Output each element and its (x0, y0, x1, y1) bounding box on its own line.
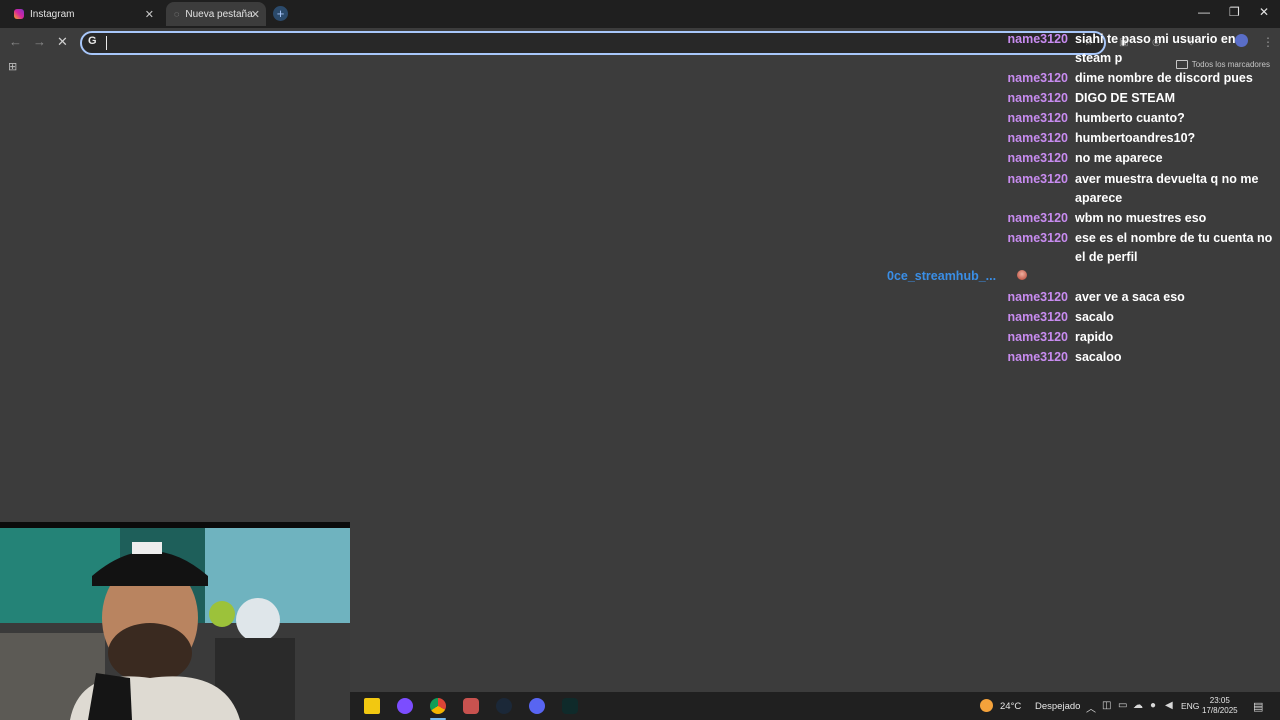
text-caret (106, 36, 107, 50)
chat-username: name3120 (1007, 310, 1068, 324)
chrome-icon[interactable] (430, 698, 446, 714)
chat-username: 0ce_streamhub_... (887, 269, 997, 283)
terminal-icon[interactable] (562, 698, 578, 714)
chat-text: sacalo (1075, 310, 1114, 324)
chat-username: name3120 (1007, 151, 1068, 165)
security-icon[interactable]: ◫ (1102, 700, 1111, 711)
language-indicator[interactable]: ENG (1181, 701, 1199, 711)
close-icon[interactable]: ✕ (251, 8, 260, 21)
weather-desc[interactable]: Despejado (1035, 701, 1080, 712)
weather-temp[interactable]: 24°C (1000, 701, 1021, 712)
chat-username: name3120 (1007, 91, 1068, 105)
tab-title: Nueva pestaña (185, 8, 253, 20)
chevron-up-icon[interactable]: ︿ (1086, 700, 1096, 715)
volume-icon[interactable]: ◀ (1165, 700, 1173, 711)
chat-username: name3120 (1007, 111, 1068, 125)
media-app-icon[interactable] (463, 698, 479, 714)
chat-text: siahi te paso mi usuario en steam p (1075, 32, 1236, 65)
tab-nueva-pestana[interactable]: ◌ Nueva pestaña ✕ (166, 2, 266, 26)
clock[interactable]: 23:05 17/8/2025 (1202, 696, 1238, 716)
instagram-icon (14, 9, 24, 19)
chat-username: name3120 (1007, 231, 1068, 245)
chat-text: aver ve a saca eso (1075, 290, 1185, 304)
microphone-icon[interactable]: ● (1150, 700, 1156, 711)
window-close-icon[interactable]: ✕ (1259, 5, 1269, 19)
chat-username: name3120 (1007, 290, 1068, 304)
restore-icon[interactable]: ❐ (1229, 5, 1240, 19)
webcam-overlay (0, 522, 350, 720)
chat-text: DIGO DE STEAM (1075, 91, 1176, 105)
discord-icon[interactable] (529, 698, 545, 714)
emote-icon (1017, 270, 1027, 280)
chat-text: rapido (1075, 330, 1114, 344)
chat-text: dime nombre de discord pues (1075, 71, 1253, 85)
chat-username: name3120 (1007, 211, 1068, 225)
loading-icon: ◌ (174, 9, 180, 19)
chat-username: name3120 (1007, 330, 1068, 344)
webcam-feed (0, 528, 350, 720)
chat-text: aver muestra devuelta q no me aparece (1075, 172, 1259, 205)
clock-time: 23:05 (1209, 696, 1230, 705)
minimize-icon[interactable]: — (1198, 5, 1210, 19)
back-icon[interactable]: ← (9, 34, 22, 49)
apps-grid-icon[interactable]: ⊞ (8, 60, 17, 73)
display-icon[interactable]: ▭ (1118, 700, 1127, 711)
sticky-notes-icon[interactable] (364, 698, 380, 714)
cloud-icon[interactable]: ☁ (1133, 700, 1143, 711)
chat-username: name3120 (1007, 350, 1068, 364)
chat-username: name3120 (1007, 131, 1068, 145)
windows-taskbar: 24°C Despejado ︿ ◫ ▭ ☁ ● ◀ ENG 23:05 17/… (350, 692, 1280, 720)
stop-icon[interactable]: ✕ (57, 34, 68, 50)
chat-text: no me aparece (1075, 151, 1163, 165)
tab-strip: Instagram ✕ ◌ Nueva pestaña ✕ + — ❐ ✕ (0, 0, 1280, 28)
steam-icon[interactable] (496, 698, 512, 714)
forward-icon[interactable]: → (33, 34, 46, 49)
new-tab-button[interactable]: + (273, 6, 288, 21)
tab-title: Instagram (30, 8, 75, 20)
close-icon[interactable]: ✕ (145, 8, 154, 21)
chat-username: name3120 (1007, 71, 1068, 85)
chat-text: humbertoandres10? (1075, 131, 1196, 145)
notifications-icon[interactable]: ▤ (1253, 700, 1263, 713)
clock-date: 17/8/2025 (1202, 706, 1238, 715)
chat-text: wbm no muestres eso (1075, 211, 1207, 225)
obsidian-icon[interactable] (397, 698, 413, 714)
chat-username: name3120 (1007, 172, 1068, 186)
chat-text: humberto cuanto? (1075, 111, 1185, 125)
tab-instagram[interactable]: Instagram ✕ (8, 2, 160, 26)
chat-username: name3120 (1007, 32, 1068, 46)
google-icon: G (88, 35, 97, 47)
chat-text: sacaloo (1075, 350, 1122, 364)
chat-text: ese es el nombre de tu cuenta no el de p… (1075, 231, 1273, 264)
weather-icon[interactable] (980, 699, 993, 712)
